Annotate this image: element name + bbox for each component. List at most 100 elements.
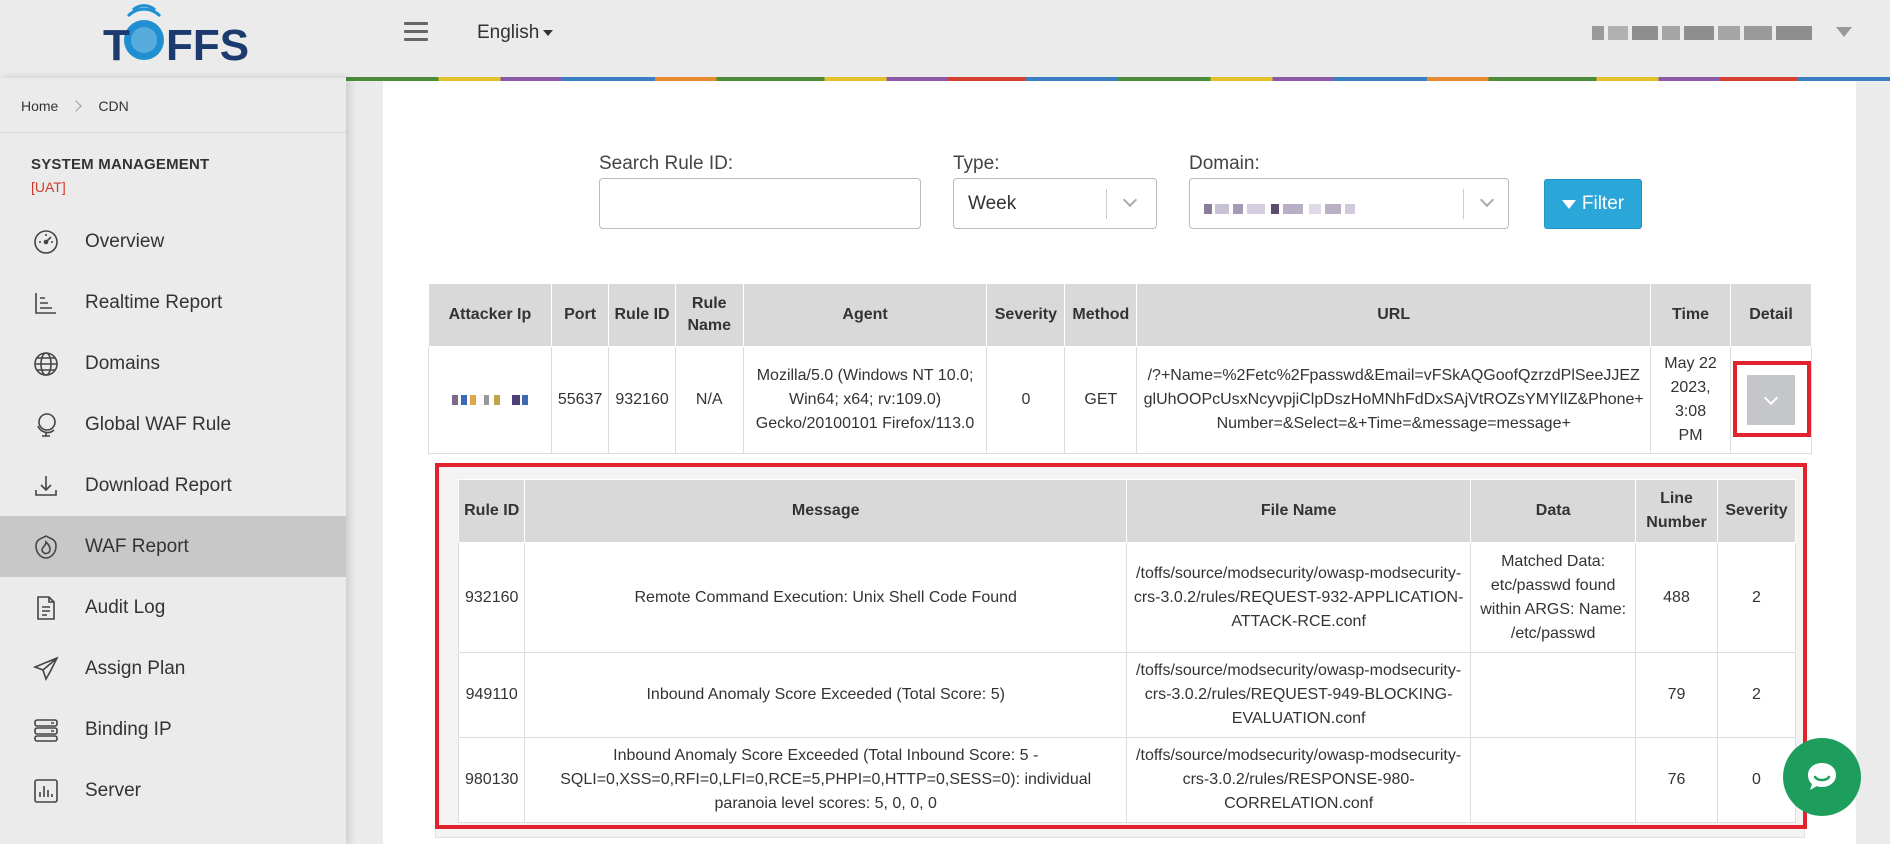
filter-button[interactable]: Filter: [1544, 179, 1642, 229]
line-number-cell: 79: [1635, 652, 1718, 738]
sidebar-item-label: Global WAF Rule: [85, 413, 232, 435]
data-cell: [1470, 652, 1637, 738]
sidebar-item-label: WAF Report: [85, 535, 189, 557]
domain-select[interactable]: [1189, 178, 1509, 229]
column-header[interactable]: Time: [1650, 283, 1731, 347]
column-header[interactable]: Message: [524, 479, 1128, 543]
funnel-icon: [1561, 199, 1576, 209]
sidebar-item-label: Binding IP: [85, 718, 172, 740]
main-content: Search Rule ID: Type: Week Domain: Filte…: [383, 81, 1856, 844]
sidebar-item-assign-plan[interactable]: Assign Plan: [0, 638, 346, 699]
search-rule-id-input[interactable]: [599, 178, 921, 229]
sidebar-item-audit-log[interactable]: Audit Log: [0, 577, 346, 638]
table-row: 932160 Remote Command Execution: Unix Sh…: [457, 542, 1797, 653]
chevron-down-icon: [1479, 192, 1495, 208]
file-name-cell: /toffs/source/modsecurity/owasp-modsecur…: [1126, 737, 1472, 823]
severity-cell: 2: [1716, 652, 1797, 738]
sidebar-item-global-waf-rule[interactable]: Global WAF Rule: [0, 394, 346, 455]
chart-box-icon: [32, 777, 60, 805]
chevron-right-icon: [70, 100, 83, 112]
language-label: English: [477, 22, 540, 43]
port-cell: 55637: [550, 346, 610, 454]
sidebar: Home CDN SYSTEM MANAGEMENT [UAT] Overview…: [0, 78, 346, 844]
bar-chart-icon: [32, 289, 60, 317]
type-select-value: Week: [968, 193, 1017, 214]
chat-bubble-icon: [1808, 763, 1836, 790]
sidebar-item-label: Server: [85, 779, 141, 801]
data-cell: [1470, 737, 1637, 823]
column-header[interactable]: Attacker Ip: [428, 283, 552, 347]
message-cell: Remote Command Execution: Unix Shell Cod…: [524, 542, 1128, 653]
sidebar-item-waf-report[interactable]: WAF Report: [0, 516, 346, 577]
url-cell: /?+Name=%2Fetc%2Fpasswd&Email=vFSkAQGoof…: [1136, 346, 1652, 454]
data-cell: Matched Data: etc/passwd found within AR…: [1470, 542, 1637, 653]
column-header[interactable]: Severity: [1716, 479, 1797, 543]
column-header[interactable]: Rule Name: [674, 283, 744, 347]
user-account-blurred[interactable]: [1592, 26, 1814, 44]
sidebar-item-overview[interactable]: Overview: [0, 211, 346, 272]
rule-id-cell: 932160: [608, 346, 676, 454]
column-header[interactable]: Port: [550, 283, 610, 347]
domain-select-value-blurred: [1204, 198, 1355, 220]
detail-expand-button[interactable]: [1747, 375, 1795, 425]
shield-flame-icon: [32, 533, 60, 561]
rule-name-cell: N/A: [674, 346, 744, 454]
column-header[interactable]: Rule ID: [608, 283, 676, 347]
toffs-logo[interactable]: T FFS: [100, 2, 250, 70]
table-row: 949110 Inbound Anomaly Score Exceeded (T…: [457, 652, 1797, 738]
column-header[interactable]: Detail: [1730, 283, 1812, 347]
chevron-down-icon: [1763, 390, 1779, 405]
sidebar-item-label: Domains: [85, 352, 160, 374]
table-header-row: Rule ID Message File Name Data Line Numb…: [457, 479, 1797, 543]
menu-toggle-icon[interactable]: [404, 22, 428, 46]
language-dropdown[interactable]: English: [477, 22, 554, 44]
sidebar-item-label: Audit Log: [85, 596, 166, 618]
sidebar-item-server[interactable]: Server: [0, 760, 346, 821]
rule-detail-table: Rule ID Message File Name Data Line Numb…: [457, 479, 1797, 823]
detail-panel: Rule ID Message File Name Data Line Numb…: [435, 463, 1805, 838]
section-title: SYSTEM MANAGEMENT: [31, 156, 210, 173]
domain-label: Domain:: [1189, 153, 1260, 174]
globe-stand-icon: [32, 411, 60, 439]
line-number-cell: 488: [1635, 542, 1718, 653]
table-header-row: Attacker Ip Port Rule ID Rule Name Agent…: [428, 283, 1812, 347]
rule-id-cell: 932160: [457, 542, 526, 653]
svg-text:T: T: [103, 21, 130, 66]
document-icon: [32, 594, 60, 622]
type-select[interactable]: Week: [953, 178, 1157, 229]
column-header[interactable]: Rule ID: [457, 479, 526, 543]
sidebar-item-domains[interactable]: Domains: [0, 333, 346, 394]
breadcrumb-home[interactable]: Home: [21, 98, 58, 114]
rule-id-cell: 980130: [457, 737, 526, 823]
severity-cell: 0: [986, 346, 1066, 454]
filter-button-label: Filter: [1581, 193, 1625, 214]
sidebar-item-realtime-report[interactable]: Realtime Report: [0, 272, 346, 333]
breadcrumb: Home CDN: [0, 78, 346, 133]
breadcrumb-cdn[interactable]: CDN: [98, 98, 128, 114]
sidebar-item-download-report[interactable]: Download Report: [0, 455, 346, 516]
message-cell: Inbound Anomaly Score Exceeded (Total In…: [524, 737, 1128, 823]
message-cell: Inbound Anomaly Score Exceeded (Total Sc…: [524, 652, 1128, 738]
type-label: Type:: [953, 153, 1000, 174]
file-name-cell: /toffs/source/modsecurity/owasp-modsecur…: [1126, 542, 1472, 653]
globe-icon: [32, 350, 60, 378]
column-header[interactable]: Severity: [986, 283, 1066, 347]
file-name-cell: /toffs/source/modsecurity/owasp-modsecur…: [1126, 652, 1472, 738]
sidebar-item-binding-ip[interactable]: Binding IP: [0, 699, 346, 760]
column-header[interactable]: Agent: [742, 283, 988, 347]
user-menu-caret-icon[interactable]: [1836, 27, 1852, 37]
column-header[interactable]: Method: [1064, 283, 1138, 347]
server-stack-icon: [32, 716, 60, 744]
chat-button[interactable]: [1783, 738, 1861, 816]
column-header[interactable]: Data: [1470, 479, 1637, 543]
column-header[interactable]: Line Number: [1635, 479, 1718, 543]
line-number-cell: 76: [1635, 737, 1718, 823]
gauge-icon: [32, 228, 60, 256]
sidebar-item-label: Download Report: [85, 474, 232, 496]
waf-report-table: Attacker Ip Port Rule ID Rule Name Agent…: [428, 283, 1812, 454]
environment-tag: [UAT]: [31, 179, 66, 195]
detail-cell: [1730, 346, 1812, 454]
download-icon: [32, 472, 60, 500]
column-header[interactable]: File Name: [1126, 479, 1472, 543]
column-header[interactable]: URL: [1136, 283, 1652, 347]
